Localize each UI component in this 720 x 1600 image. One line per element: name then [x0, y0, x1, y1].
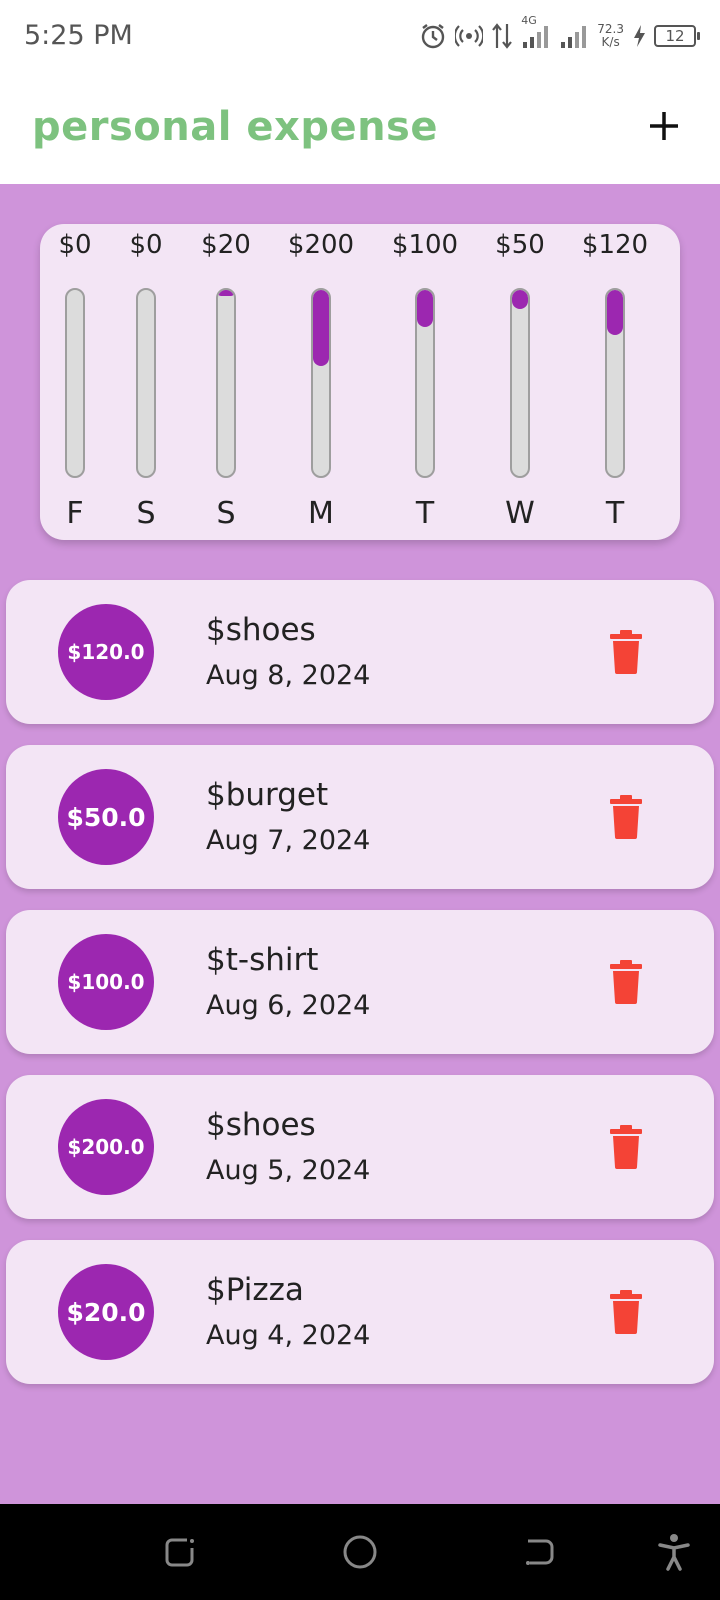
amount-badge: $20.0 [58, 1264, 154, 1360]
bar-value-label: $100 [391, 230, 459, 260]
transaction-title: $t-shirt [206, 942, 319, 978]
bar-day-label: W [505, 496, 535, 531]
transaction-title: $shoes [206, 612, 316, 648]
chart-column: $20 S [186, 224, 266, 540]
back-button[interactable] [520, 1532, 560, 1572]
weekly-chart: $0 F $0 S $20 S $200 M $100 T $50 W $120 T [40, 224, 680, 540]
alarm-icon [419, 22, 447, 50]
bar-track [605, 288, 625, 478]
bar-track [65, 288, 85, 478]
amount-badge: $100.0 [58, 934, 154, 1030]
bar-value-label: $50 [495, 230, 545, 260]
transaction-card: $50.0 $burget Aug 7, 2024 [6, 745, 714, 889]
bar-value-label: $200 [287, 230, 355, 260]
chart-column: $0 F [35, 224, 115, 540]
bar-fill [512, 290, 528, 309]
trash-icon [610, 795, 642, 839]
bar-track [510, 288, 530, 478]
transaction-date: Aug 8, 2024 [206, 660, 371, 691]
amount-badge: $120.0 [58, 604, 154, 700]
bar-track [311, 288, 331, 478]
trash-icon [610, 960, 642, 1004]
bar-day-label: T [415, 496, 435, 531]
transaction-card: $200.0 $shoes Aug 5, 2024 [6, 1075, 714, 1219]
status-icons: 4G 72.3 K/s 12 [419, 14, 700, 56]
bar-track [216, 288, 236, 478]
bar-day-label: F [66, 496, 84, 531]
data-transfer-icon [491, 22, 513, 50]
delete-button[interactable] [606, 960, 646, 1004]
bar-track [136, 288, 156, 478]
app-bar: personal expense [0, 72, 720, 184]
trash-icon [610, 1125, 642, 1169]
delete-button[interactable] [606, 630, 646, 674]
network-speed: 72.3 K/s [597, 22, 624, 49]
chart-column: $0 S [106, 224, 186, 540]
transaction-date: Aug 4, 2024 [206, 1320, 371, 1351]
bar-track [415, 288, 435, 478]
accessibility-button[interactable] [654, 1532, 694, 1572]
bar-fill [607, 290, 623, 335]
chart-column: $50 W [480, 224, 560, 540]
delete-button[interactable] [606, 1290, 646, 1334]
bar-day-label: S [136, 496, 156, 531]
status-bar: 5:25 PM 4G 72.3 K/s 12 [0, 0, 720, 72]
signal-4g-icon: 4G [521, 14, 551, 50]
signal-icon [559, 22, 589, 50]
charging-icon [632, 24, 646, 48]
add-expense-button[interactable] [636, 98, 692, 154]
transaction-date: Aug 6, 2024 [206, 990, 371, 1021]
bar-fill [313, 290, 329, 367]
hotspot-icon [455, 22, 484, 50]
chart-column: $200 M [281, 224, 361, 540]
transaction-title: $burget [206, 777, 329, 813]
bar-fill [218, 290, 234, 297]
recent-apps-button[interactable] [160, 1532, 200, 1572]
transaction-card: $100.0 $t-shirt Aug 6, 2024 [6, 910, 714, 1054]
bar-day-label: S [216, 496, 236, 531]
bar-value-label: $120 [581, 230, 649, 260]
amount-badge: $200.0 [58, 1099, 154, 1195]
bar-value-label: $0 [129, 230, 163, 260]
page-title: personal expense [32, 104, 438, 150]
amount-badge: $50.0 [58, 769, 154, 865]
home-icon [343, 1535, 377, 1569]
chart-column: $120 T [575, 224, 655, 540]
chart-column: $100 T [385, 224, 465, 540]
bar-value-label: $0 [58, 230, 92, 260]
battery-icon: 12 [654, 25, 700, 47]
transaction-date: Aug 7, 2024 [206, 825, 371, 856]
recent-apps-icon [165, 1538, 194, 1567]
back-icon [526, 1539, 554, 1565]
transaction-title: $Pizza [206, 1272, 304, 1308]
status-time: 5:25 PM [24, 20, 133, 51]
transaction-card: $20.0 $Pizza Aug 4, 2024 [6, 1240, 714, 1384]
main-content: $0 F $0 S $20 S $200 M $100 T $50 W $120 T $120.0 $sho… [0, 184, 720, 1504]
bar-day-label: T [605, 496, 625, 531]
trash-icon [610, 1290, 642, 1334]
plus-icon [650, 112, 678, 140]
transaction-title: $shoes [206, 1107, 316, 1143]
transaction-card: $120.0 $shoes Aug 8, 2024 [6, 580, 714, 724]
home-button[interactable] [340, 1532, 380, 1572]
bar-day-label: M [308, 496, 334, 531]
bar-fill [417, 290, 433, 328]
delete-button[interactable] [606, 795, 646, 839]
bar-value-label: $20 [201, 230, 251, 260]
trash-icon [610, 630, 642, 674]
transaction-date: Aug 5, 2024 [206, 1155, 371, 1186]
accessibility-icon [658, 1534, 690, 1571]
navigation-bar [0, 1504, 720, 1600]
delete-button[interactable] [606, 1125, 646, 1169]
